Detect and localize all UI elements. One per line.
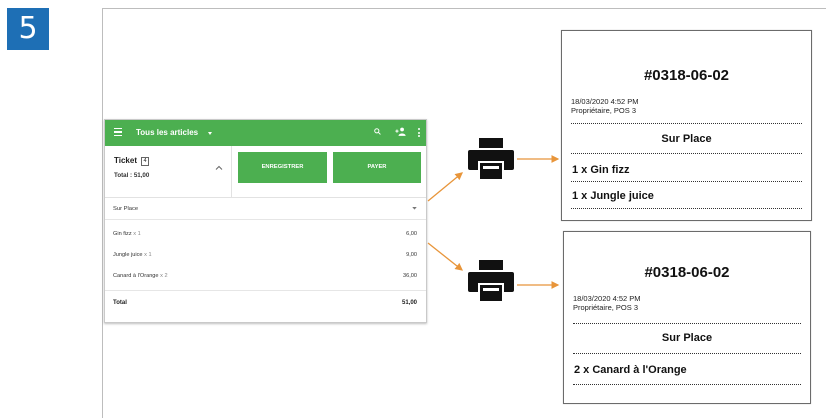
receipt-meta: 18/03/2020 4:52 PM Propriétaire, POS 3 [571, 97, 639, 115]
divider [573, 323, 801, 324]
receipt-line: 1 x Jungle juice [572, 190, 654, 202]
receipt-line: 2 x Canard à l'Orange [574, 364, 687, 376]
receipt-datetime: 18/03/2020 4:52 PM [573, 294, 641, 303]
kitchen-receipt-2: #0318-06-02 18/03/2020 4:52 PM Propriéta… [563, 231, 811, 404]
divider [571, 153, 802, 154]
printer-icon [468, 138, 514, 180]
receipt-owner: Propriétaire, POS 3 [573, 303, 639, 312]
divider [573, 353, 801, 354]
receipt-number: #0318-06-02 [644, 264, 730, 281]
divider [571, 208, 802, 209]
receipt-dining-option: Sur Place [661, 133, 712, 145]
receipt-owner: Propriétaire, POS 3 [571, 106, 637, 115]
receipt-dining-option: Sur Place [661, 332, 713, 344]
arrow-to-printer-2 [427, 242, 464, 271]
receipt-meta: 18/03/2020 4:52 PM Propriétaire, POS 3 [573, 294, 641, 312]
arrow-to-printer-1 [427, 172, 464, 202]
divider [573, 384, 801, 385]
divider [571, 181, 802, 182]
divider [571, 123, 802, 124]
printer-icon [468, 260, 514, 302]
receipt-datetime: 18/03/2020 4:52 PM [571, 97, 639, 106]
receipt-number: #0318-06-02 [643, 67, 730, 84]
receipt-line: 1 x Gin fizz [572, 164, 630, 176]
kitchen-receipt-1: #0318-06-02 18/03/2020 4:52 PM Propriéta… [561, 30, 812, 221]
